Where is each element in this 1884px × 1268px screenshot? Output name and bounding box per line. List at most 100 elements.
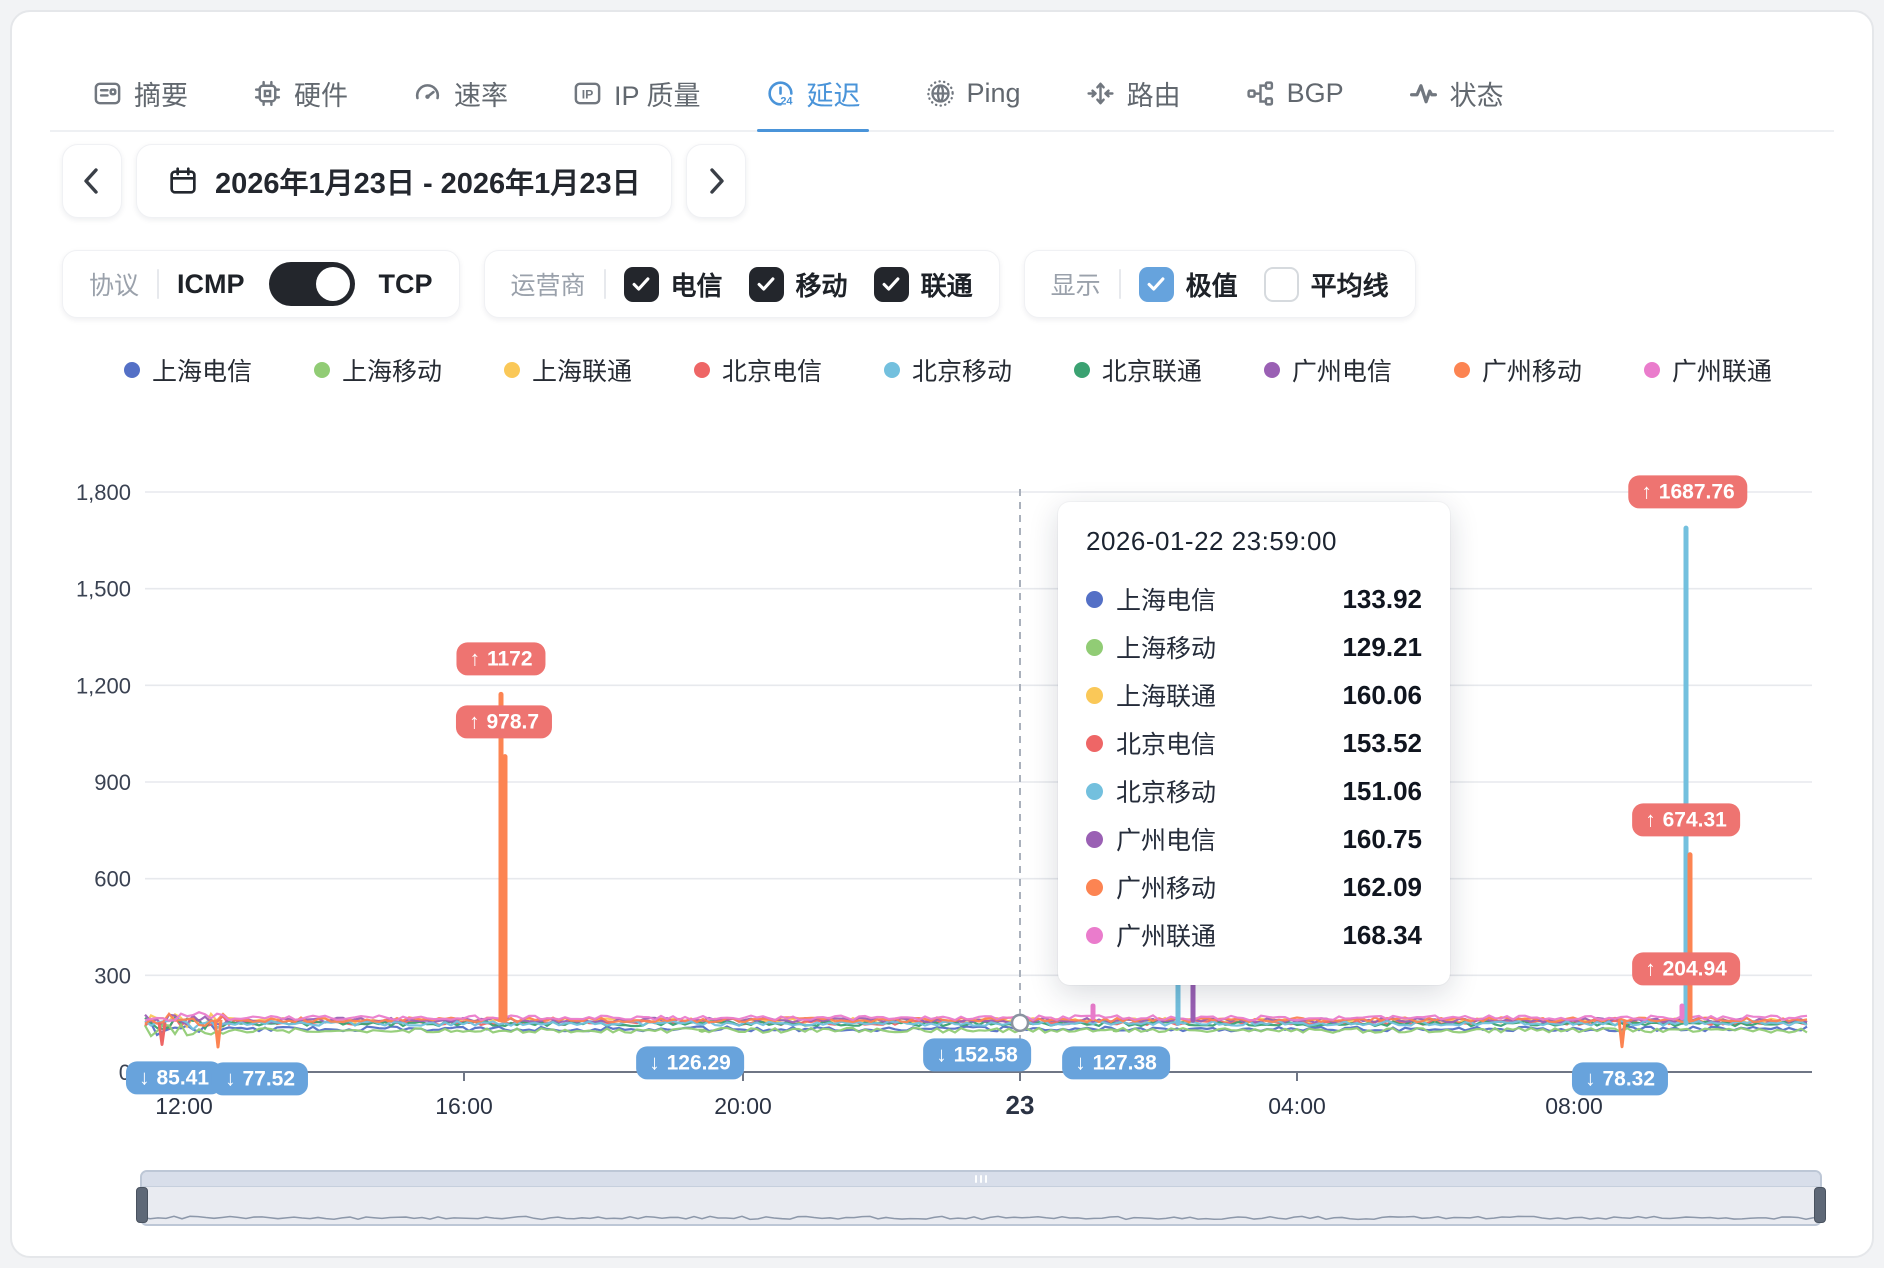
y-axis-label: 300: [94, 963, 131, 988]
series-dot: [1086, 782, 1103, 800]
series-dot: [1086, 638, 1103, 656]
carrier-checkbox-unicom[interactable]: 联通: [873, 266, 973, 303]
series-value: 153.52: [1342, 727, 1422, 758]
tab-ping[interactable]: Ping: [925, 56, 1021, 130]
checkbox-label: 电信: [670, 270, 723, 301]
carrier-checkbox-mobile[interactable]: 移动: [748, 266, 848, 303]
checkbox-box: [873, 266, 909, 302]
hover-point-marker: [1010, 1013, 1030, 1033]
svg-text:24: 24: [780, 95, 793, 107]
panel-card: 摘要 硬件 速率 IP IP 质量 24 延迟 Ping 路由 BGP 状态 2026年1月23日 …: [10, 10, 1874, 1258]
carrier-group-label: 运营商: [510, 272, 586, 300]
legend-item-1[interactable]: 上海移动: [313, 352, 442, 388]
min-value-badge: ↓ 77.52: [211, 1062, 309, 1096]
series-name: 广州移动: [1116, 875, 1217, 903]
tab-label: 摘要: [134, 80, 188, 111]
series-line-8: [144, 1011, 1808, 1022]
prev-day-button[interactable]: [62, 144, 122, 218]
tab-latency[interactable]: 24 延迟: [756, 56, 869, 132]
tab-speed[interactable]: 速率: [412, 56, 508, 130]
badge-value: 78.32: [1602, 1067, 1656, 1091]
legend-item-6[interactable]: 广州电信: [1263, 352, 1392, 388]
calendar-icon: [170, 167, 196, 194]
protocol-toggle[interactable]: [268, 262, 355, 306]
legend-item-8[interactable]: 广州联通: [1643, 352, 1772, 388]
legend-item-0[interactable]: 上海电信: [124, 352, 252, 388]
tab-ip-quality[interactable]: IP IP 质量: [572, 56, 701, 130]
legend-dot: [1643, 362, 1660, 378]
tab-bgp[interactable]: BGP: [1245, 56, 1344, 130]
tab-status[interactable]: 状态: [1408, 56, 1504, 130]
legend-label: 上海联通: [531, 358, 632, 386]
protocol-tcp-label: TCP: [378, 268, 433, 299]
data-zoom-slider[interactable]: [136, 1170, 1826, 1226]
carrier-options: 电信 移动 联通: [623, 266, 973, 303]
series-name: 广州电信: [1116, 827, 1217, 855]
y-axis-label: 900: [94, 770, 131, 795]
display-group: 显示 极值 平均线: [1023, 250, 1416, 318]
display-options: 极值 平均线: [1138, 266, 1389, 303]
badge-value: 85.41: [156, 1066, 210, 1090]
arrow-down-icon: ↓: [224, 1067, 236, 1091]
min-value-badge: ↓ 127.38: [1062, 1046, 1170, 1080]
min-value-badge: ↓ 152.58: [923, 1038, 1031, 1072]
display-checkbox-extremes[interactable]: 极值: [1138, 266, 1238, 303]
zoom-right-handle[interactable]: [1814, 1187, 1826, 1223]
series-legend: 上海电信 上海移动 上海联通 北京电信 北京移动 北京联通 广州电信 广州移动 广州联通: [124, 350, 1772, 390]
legend-dot: [313, 362, 330, 378]
legend-label: 上海电信: [152, 358, 253, 386]
series-value: 151.06: [1342, 775, 1422, 806]
zoom-left-handle[interactable]: [136, 1187, 148, 1223]
y-axis-label: 600: [94, 867, 131, 892]
divider: [603, 269, 606, 299]
checkbox-label: 极值: [1185, 270, 1238, 301]
ping-icon: [925, 78, 956, 109]
series-line-3: [144, 1014, 1808, 1030]
chart-tooltip: 2026-01-22 23:59:00 上海电信 133.92 上海移动 129.21…: [1058, 502, 1450, 985]
tooltip-row: 广州移动 162.09: [1086, 863, 1422, 911]
toggle-knob: [315, 267, 350, 301]
next-day-button[interactable]: [685, 144, 746, 218]
dip: [1617, 1019, 1627, 1049]
bgp-icon: [1245, 78, 1276, 109]
display-checkbox-average[interactable]: 平均线: [1263, 266, 1389, 303]
max-value-badge: ↑ 1172: [456, 642, 546, 676]
zoom-track[interactable]: [142, 1186, 1820, 1224]
x-axis-label: 04:00: [1268, 1093, 1326, 1119]
y-axis-label: 1,800: [76, 480, 131, 505]
tab-hardware[interactable]: 硬件: [252, 56, 348, 130]
x-axis-label: 16:00: [435, 1093, 493, 1119]
max-value-badge: ↑ 1687.76: [1628, 475, 1748, 509]
series-value: 162.09: [1342, 871, 1422, 902]
tab-summary[interactable]: 摘要: [92, 56, 188, 130]
dip: [157, 1022, 167, 1046]
series-name: 广州联通: [1116, 923, 1217, 951]
tooltip-row: 广州联通 168.34: [1086, 911, 1422, 959]
legend-item-5[interactable]: 北京联通: [1073, 352, 1202, 388]
x-axis-label: 12:00: [155, 1093, 213, 1119]
status-icon: [1408, 78, 1439, 109]
protocol-group: 协议 ICMP TCP: [62, 250, 460, 318]
legend-item-4[interactable]: 北京移动: [883, 352, 1012, 388]
badge-value: 1172: [486, 647, 533, 671]
legend-item-3[interactable]: 北京电信: [693, 352, 822, 388]
y-axis-label: 1,500: [76, 577, 131, 602]
tab-label: BGP: [1286, 77, 1344, 108]
carrier-checkbox-telecom[interactable]: 电信: [623, 266, 723, 303]
chevron-right-icon: [709, 168, 724, 194]
date-navigation: 2026年1月23日 - 2026年1月23日: [62, 144, 746, 218]
date-range-picker[interactable]: 2026年1月23日 - 2026年1月23日: [136, 144, 672, 218]
series-name: 上海移动: [1116, 635, 1217, 663]
latency-icon: 24: [765, 78, 796, 109]
zoom-move-handle[interactable]: [142, 1172, 1820, 1187]
legend-label: 北京联通: [1101, 358, 1202, 386]
tooltip-rows: 上海电信 133.92 上海移动 129.21 上海联通 160.06 北京电信 153.52…: [1086, 575, 1422, 959]
tab-bar: 摘要 硬件 速率 IP IP 质量 24 延迟 Ping 路由 BGP 状态: [50, 56, 1834, 132]
legend-item-2[interactable]: 上海联通: [503, 352, 632, 388]
min-value-badge: ↓ 126.29: [636, 1046, 744, 1080]
series-name: 北京电信: [1116, 731, 1217, 759]
tab-route[interactable]: 路由: [1085, 56, 1181, 130]
series-value: 129.21: [1342, 631, 1422, 662]
legend-item-7[interactable]: 广州移动: [1453, 352, 1582, 388]
badge-value: 204.94: [1662, 957, 1727, 981]
